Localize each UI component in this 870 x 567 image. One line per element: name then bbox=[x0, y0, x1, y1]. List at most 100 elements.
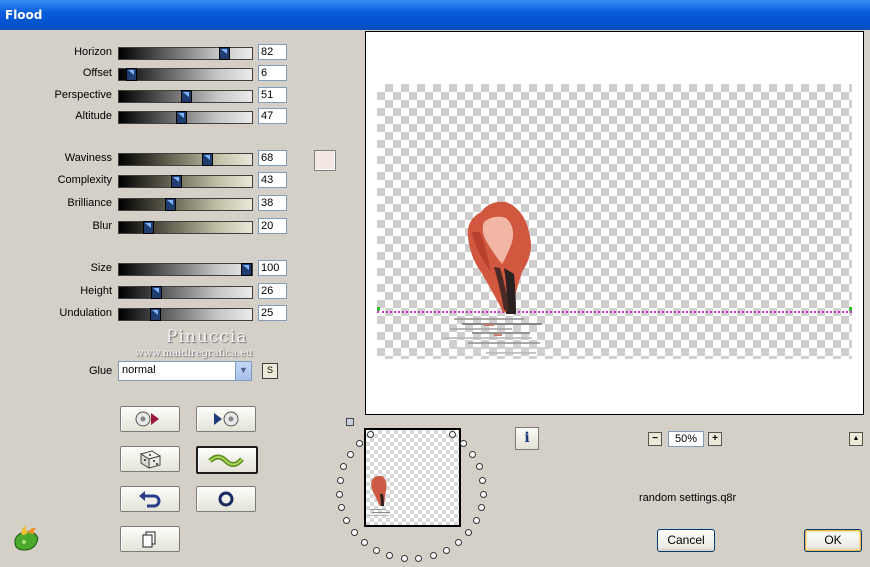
reset-button[interactable] bbox=[120, 406, 180, 432]
slider-row-altitude: Altitude 47 bbox=[0, 108, 300, 126]
dial-dot[interactable] bbox=[415, 555, 422, 562]
slider-thumb-altitude[interactable] bbox=[176, 111, 187, 124]
dial-dot[interactable] bbox=[480, 491, 487, 498]
slider-thumb-perspective[interactable] bbox=[181, 90, 192, 103]
title-bar: Flood bbox=[0, 0, 870, 30]
navigator-handle[interactable] bbox=[346, 418, 354, 426]
dial-dot[interactable] bbox=[455, 539, 462, 546]
randomize-button[interactable] bbox=[120, 446, 180, 472]
slider-thumb-height[interactable] bbox=[151, 286, 162, 299]
apply-button[interactable] bbox=[196, 406, 256, 432]
ring-icon bbox=[218, 491, 234, 507]
dial-dot[interactable] bbox=[460, 440, 467, 447]
slider-track-height[interactable] bbox=[118, 286, 253, 299]
dial-dot[interactable] bbox=[356, 440, 363, 447]
slider-track-brilliance[interactable] bbox=[118, 198, 253, 211]
slider-row-size: Size 100 bbox=[0, 260, 300, 278]
slider-thumb-blur[interactable] bbox=[143, 221, 154, 234]
slider-value-height[interactable]: 26 bbox=[258, 283, 287, 299]
cancel-button[interactable]: Cancel bbox=[657, 529, 715, 552]
dial-dot[interactable] bbox=[443, 547, 450, 554]
glue-dropdown[interactable]: normal ▼ bbox=[118, 361, 252, 381]
slider-label-blur: Blur bbox=[92, 220, 112, 232]
slider-track-size[interactable] bbox=[118, 263, 253, 276]
ok-button[interactable]: OK bbox=[804, 529, 862, 552]
slider-label-brilliance: Brilliance bbox=[67, 197, 112, 209]
dial-dot[interactable] bbox=[340, 463, 347, 470]
dial-dot[interactable] bbox=[373, 547, 380, 554]
flamingo-image bbox=[377, 201, 852, 354]
undo-icon bbox=[139, 491, 161, 508]
slider-value-size[interactable]: 100 bbox=[258, 260, 287, 276]
slider-label-perspective: Perspective bbox=[54, 89, 112, 101]
info-button[interactable]: i bbox=[515, 427, 539, 450]
color-swatch[interactable] bbox=[314, 150, 336, 171]
slider-value-altitude[interactable]: 47 bbox=[258, 108, 287, 124]
record-button[interactable] bbox=[196, 486, 256, 512]
main-panel: Horizon 82 Offset 6 Perspective 51 Altitude 47 W… bbox=[0, 30, 870, 567]
dial-dot[interactable] bbox=[479, 477, 486, 484]
dial-dot[interactable] bbox=[347, 451, 354, 458]
dial-dot[interactable] bbox=[473, 517, 480, 524]
dial-dot[interactable] bbox=[478, 504, 485, 511]
settings-filename: random settings.q8r bbox=[639, 492, 737, 504]
slider-row-height: Height 26 bbox=[0, 283, 300, 301]
dial-dot[interactable] bbox=[361, 539, 368, 546]
undo-button[interactable] bbox=[120, 486, 180, 512]
glue-value: normal bbox=[122, 364, 156, 376]
dial-dot[interactable] bbox=[337, 477, 344, 484]
slider-track-offset[interactable] bbox=[118, 68, 253, 81]
dial-dot[interactable] bbox=[430, 552, 437, 559]
slider-track-undulation[interactable] bbox=[118, 308, 253, 321]
slider-value-horizon[interactable]: 82 bbox=[258, 44, 287, 60]
slider-value-perspective[interactable]: 51 bbox=[258, 87, 287, 103]
slider-value-undulation[interactable]: 25 bbox=[258, 305, 287, 321]
dial-dot[interactable] bbox=[367, 431, 374, 438]
slider-row-undulation: Undulation 25 bbox=[0, 305, 300, 323]
slider-thumb-brilliance[interactable] bbox=[165, 198, 176, 211]
navigator-thumbnail[interactable] bbox=[364, 428, 461, 527]
zoom-in-button[interactable]: + bbox=[708, 432, 722, 446]
dial-dot[interactable] bbox=[449, 431, 456, 438]
thumbnail-image bbox=[369, 475, 390, 516]
dial-dot[interactable] bbox=[336, 491, 343, 498]
slider-track-altitude[interactable] bbox=[118, 111, 253, 124]
dial-dot[interactable] bbox=[476, 463, 483, 470]
slider-thumb-complexity[interactable] bbox=[171, 175, 182, 188]
slider-track-complexity[interactable] bbox=[118, 175, 253, 188]
slider-track-perspective[interactable] bbox=[118, 90, 253, 103]
slider-value-brilliance[interactable]: 38 bbox=[258, 195, 287, 211]
zoom-out-button[interactable]: − bbox=[648, 432, 662, 446]
watermark-name: Pinuccia bbox=[166, 327, 248, 347]
glue-s-button[interactable]: S bbox=[262, 363, 278, 379]
dial-dot[interactable] bbox=[338, 504, 345, 511]
zoom-level[interactable]: 50% bbox=[668, 431, 704, 447]
slider-thumb-waviness[interactable] bbox=[202, 153, 213, 166]
slider-thumb-horizon[interactable] bbox=[219, 47, 230, 60]
dial-dot[interactable] bbox=[401, 555, 408, 562]
collapse-up-button[interactable]: ▲ bbox=[849, 432, 863, 446]
slider-track-waviness[interactable] bbox=[118, 153, 253, 166]
slider-thumb-size[interactable] bbox=[241, 263, 252, 276]
slider-value-offset[interactable]: 6 bbox=[258, 65, 287, 81]
dial-dot[interactable] bbox=[469, 451, 476, 458]
preview-canvas[interactable] bbox=[365, 31, 864, 415]
slider-value-waviness[interactable]: 68 bbox=[258, 150, 287, 166]
slider-thumb-undulation[interactable] bbox=[150, 308, 161, 321]
slider-value-blur[interactable]: 20 bbox=[258, 218, 287, 234]
dial-dot[interactable] bbox=[343, 517, 350, 524]
slider-label-offset: Offset bbox=[82, 67, 112, 79]
copy-button[interactable] bbox=[120, 526, 180, 552]
slider-track-horizon[interactable] bbox=[118, 47, 253, 60]
slider-label-horizon: Horizon bbox=[74, 46, 112, 58]
wave-toggle-button[interactable] bbox=[196, 446, 258, 474]
slider-thumb-offset[interactable] bbox=[126, 68, 137, 81]
glue-label: Glue bbox=[89, 365, 113, 377]
dial-dot[interactable] bbox=[351, 529, 358, 536]
dial-dot[interactable] bbox=[465, 529, 472, 536]
dial-dot[interactable] bbox=[386, 552, 393, 559]
chevron-down-icon[interactable]: ▼ bbox=[235, 362, 251, 380]
slider-track-blur[interactable] bbox=[118, 221, 253, 234]
apply-icon bbox=[214, 411, 239, 427]
slider-value-complexity[interactable]: 43 bbox=[258, 172, 287, 188]
